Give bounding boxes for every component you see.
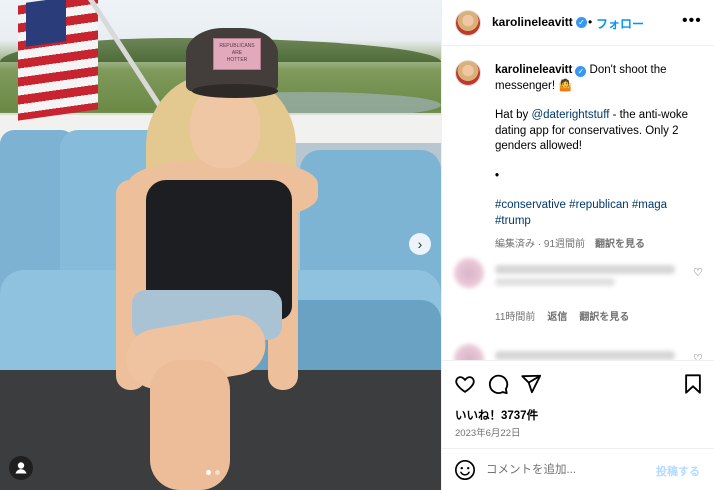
reply-button[interactable]: 返信 [547, 312, 567, 323]
comment-composer: 投稿する [442, 448, 714, 490]
carousel-indicator [206, 470, 220, 478]
like-count[interactable]: いいね！3737件 [455, 407, 538, 423]
heart-icon[interactable]: ♡ [693, 352, 703, 360]
post-caption: karolineleavitt ✓ Don't shoot the messeng… [495, 63, 705, 253]
header-separator: • [588, 15, 593, 29]
carousel-dot-2 [215, 470, 220, 475]
photo-cap-brim [192, 84, 278, 98]
post-date: 2023年6月22日 [455, 428, 521, 439]
caption-avatar[interactable] [455, 60, 481, 86]
see-translation-button[interactable]: 翻訳を見る [579, 312, 629, 323]
comment-avatar[interactable] [454, 344, 484, 360]
hashtag-link[interactable]: #republican [569, 199, 628, 211]
avatar[interactable] [455, 10, 481, 36]
comment-avatar[interactable] [454, 258, 484, 288]
carousel-dot-1 [206, 470, 211, 475]
hashtag-link[interactable]: #maga [632, 199, 667, 211]
hashtag-link[interactable]: #conservative [495, 199, 566, 211]
comments-scroll-area[interactable]: karolineleavitt ✓ Don't shoot the messeng… [442, 46, 714, 360]
action-bar: いいね！3737件 2023年6月22日 [442, 360, 714, 448]
comment-item: ♡ [442, 344, 714, 360]
user-tag-icon[interactable] [9, 456, 33, 480]
photo-person-face [190, 88, 260, 168]
header-username[interactable]: karolineleavitt [492, 15, 573, 29]
more-options-button[interactable]: ••• [682, 12, 702, 30]
person-icon [15, 462, 27, 474]
heart-icon[interactable]: ♡ [693, 266, 703, 279]
post-header: karolineleavitt ✓ • フォロー ••• [442, 0, 714, 46]
hashtag-link[interactable]: #trump [495, 215, 531, 227]
caption-dot: • [495, 169, 500, 182]
post-side-panel: karolineleavitt ✓ • フォロー ••• karolinelea… [441, 0, 714, 490]
post-comment-button[interactable]: 投稿する [656, 463, 700, 479]
post-photo[interactable]: REPUBLICANS ARE HOTTER › [0, 0, 441, 490]
follow-button[interactable]: フォロー [596, 15, 644, 32]
comment-text-blurred [495, 265, 675, 274]
comment-text-blurred [495, 351, 675, 360]
comment-input[interactable] [486, 461, 646, 479]
comment-item: ♡ 11時間前 返信 翻訳を見る [442, 258, 714, 323]
comment-text-blurred [495, 278, 615, 286]
caption-username[interactable]: karolineleavitt [495, 64, 572, 76]
photo-flag-canton [26, 0, 66, 47]
emoji-icon[interactable] [454, 459, 476, 481]
see-translation-button[interactable]: 翻訳を見る [595, 239, 645, 250]
comment-meta: 11時間前 返信 翻訳を見る [495, 308, 641, 323]
next-slide-button[interactable]: › [409, 233, 431, 255]
share-icon[interactable] [520, 373, 542, 395]
photo-cap-patch: REPUBLICANS ARE HOTTER [213, 38, 261, 70]
caption-hat-prefix: Hat by [495, 109, 532, 121]
bookmark-icon[interactable] [682, 373, 704, 395]
caption-edited-time: 編集済み · 91週間前 [495, 239, 586, 250]
comment-icon[interactable] [487, 373, 509, 395]
caption-hat-paragraph: Hat by @daterightstuff - the anti-woke d… [495, 108, 705, 155]
hashtag-list: #conservative #republican #maga #trump [495, 198, 705, 229]
verified-icon: ✓ [575, 66, 587, 77]
heart-icon[interactable] [454, 373, 476, 395]
comment-time: 11時間前 [495, 312, 536, 323]
verified-icon: ✓ [576, 17, 587, 28]
mention-link[interactable]: @daterightstuff [531, 109, 609, 121]
caption-meta: 編集済み · 91週間前 翻訳を見る [495, 237, 705, 253]
